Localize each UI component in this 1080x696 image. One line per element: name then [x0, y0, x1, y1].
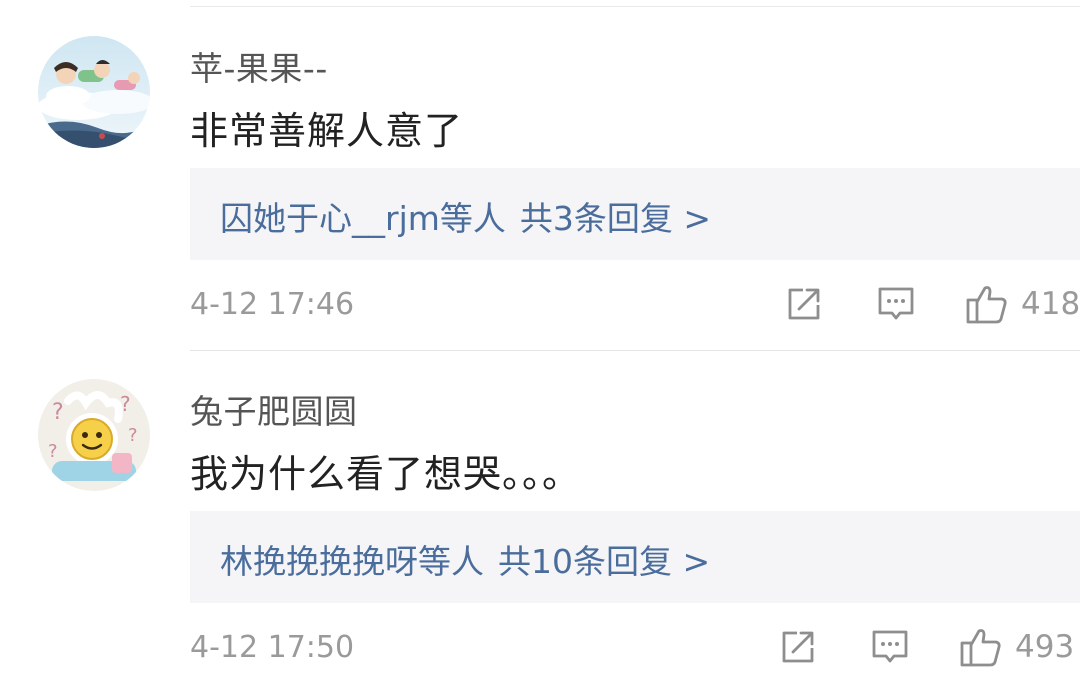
like-button[interactable]: 493 [959, 625, 1074, 669]
replies-summary[interactable]: 囚她于心__rjm等人 共3条回复 > [190, 168, 1080, 260]
comment-text: 非常善解人意了 [190, 109, 464, 153]
svg-text:?: ? [128, 425, 138, 446]
timestamp: 4-12 17:50 [190, 630, 355, 665]
comment-button[interactable] [876, 284, 916, 326]
comment-item: 苹-果果-- 非常善解人意了 囚她于心__rjm等人 共3条回复 > 4-12 1… [0, 0, 1080, 350]
comment-text: 我为什么看了想哭。。。 [190, 452, 582, 496]
replies-label: 囚她于心__rjm等人 共3条回复 > [220, 192, 711, 240]
share-button[interactable] [784, 284, 824, 324]
reply-users: 囚她于心__rjm等人 [220, 199, 506, 238]
reply-count: 共10条回复 > [498, 542, 711, 581]
comment-button[interactable] [870, 627, 910, 669]
svg-text:?: ? [48, 441, 58, 462]
replies-label: 林挽挽挽挽呀等人 共10条回复 > [220, 535, 710, 583]
anime-clouds-avatar-icon [38, 36, 150, 148]
thumbs-up-icon [960, 629, 1001, 667]
username[interactable]: 兔子肥圆圆 [190, 385, 358, 433]
reply-count: 共3条回复 > [519, 199, 712, 238]
like-button[interactable]: 418 [965, 282, 1080, 326]
smiley-question-avatar-icon: ? ? ? ? [38, 379, 150, 491]
share-icon [788, 288, 820, 320]
like-count: 418 [1021, 286, 1080, 322]
share-button[interactable] [778, 627, 818, 667]
svg-text:?: ? [52, 400, 64, 425]
comment-item: ? ? ? ? 兔子肥圆圆 我为什么看了想哭。。。 林挽挽挽挽呀等人 共10条回复… [0, 351, 1080, 696]
comment-icon [878, 287, 914, 320]
user-avatar[interactable]: ? ? ? ? [38, 379, 150, 491]
timestamp: 4-12 17:46 [190, 287, 355, 322]
like-count: 493 [1015, 629, 1075, 665]
reply-users: 林挽挽挽挽呀等人 [220, 542, 484, 581]
username[interactable]: 苹-果果-- [190, 42, 328, 90]
comment-icon [872, 630, 908, 663]
thumbs-up-icon [966, 286, 1007, 324]
share-icon [782, 631, 814, 663]
user-avatar[interactable] [38, 36, 150, 148]
replies-summary[interactable]: 林挽挽挽挽呀等人 共10条回复 > [190, 511, 1080, 603]
